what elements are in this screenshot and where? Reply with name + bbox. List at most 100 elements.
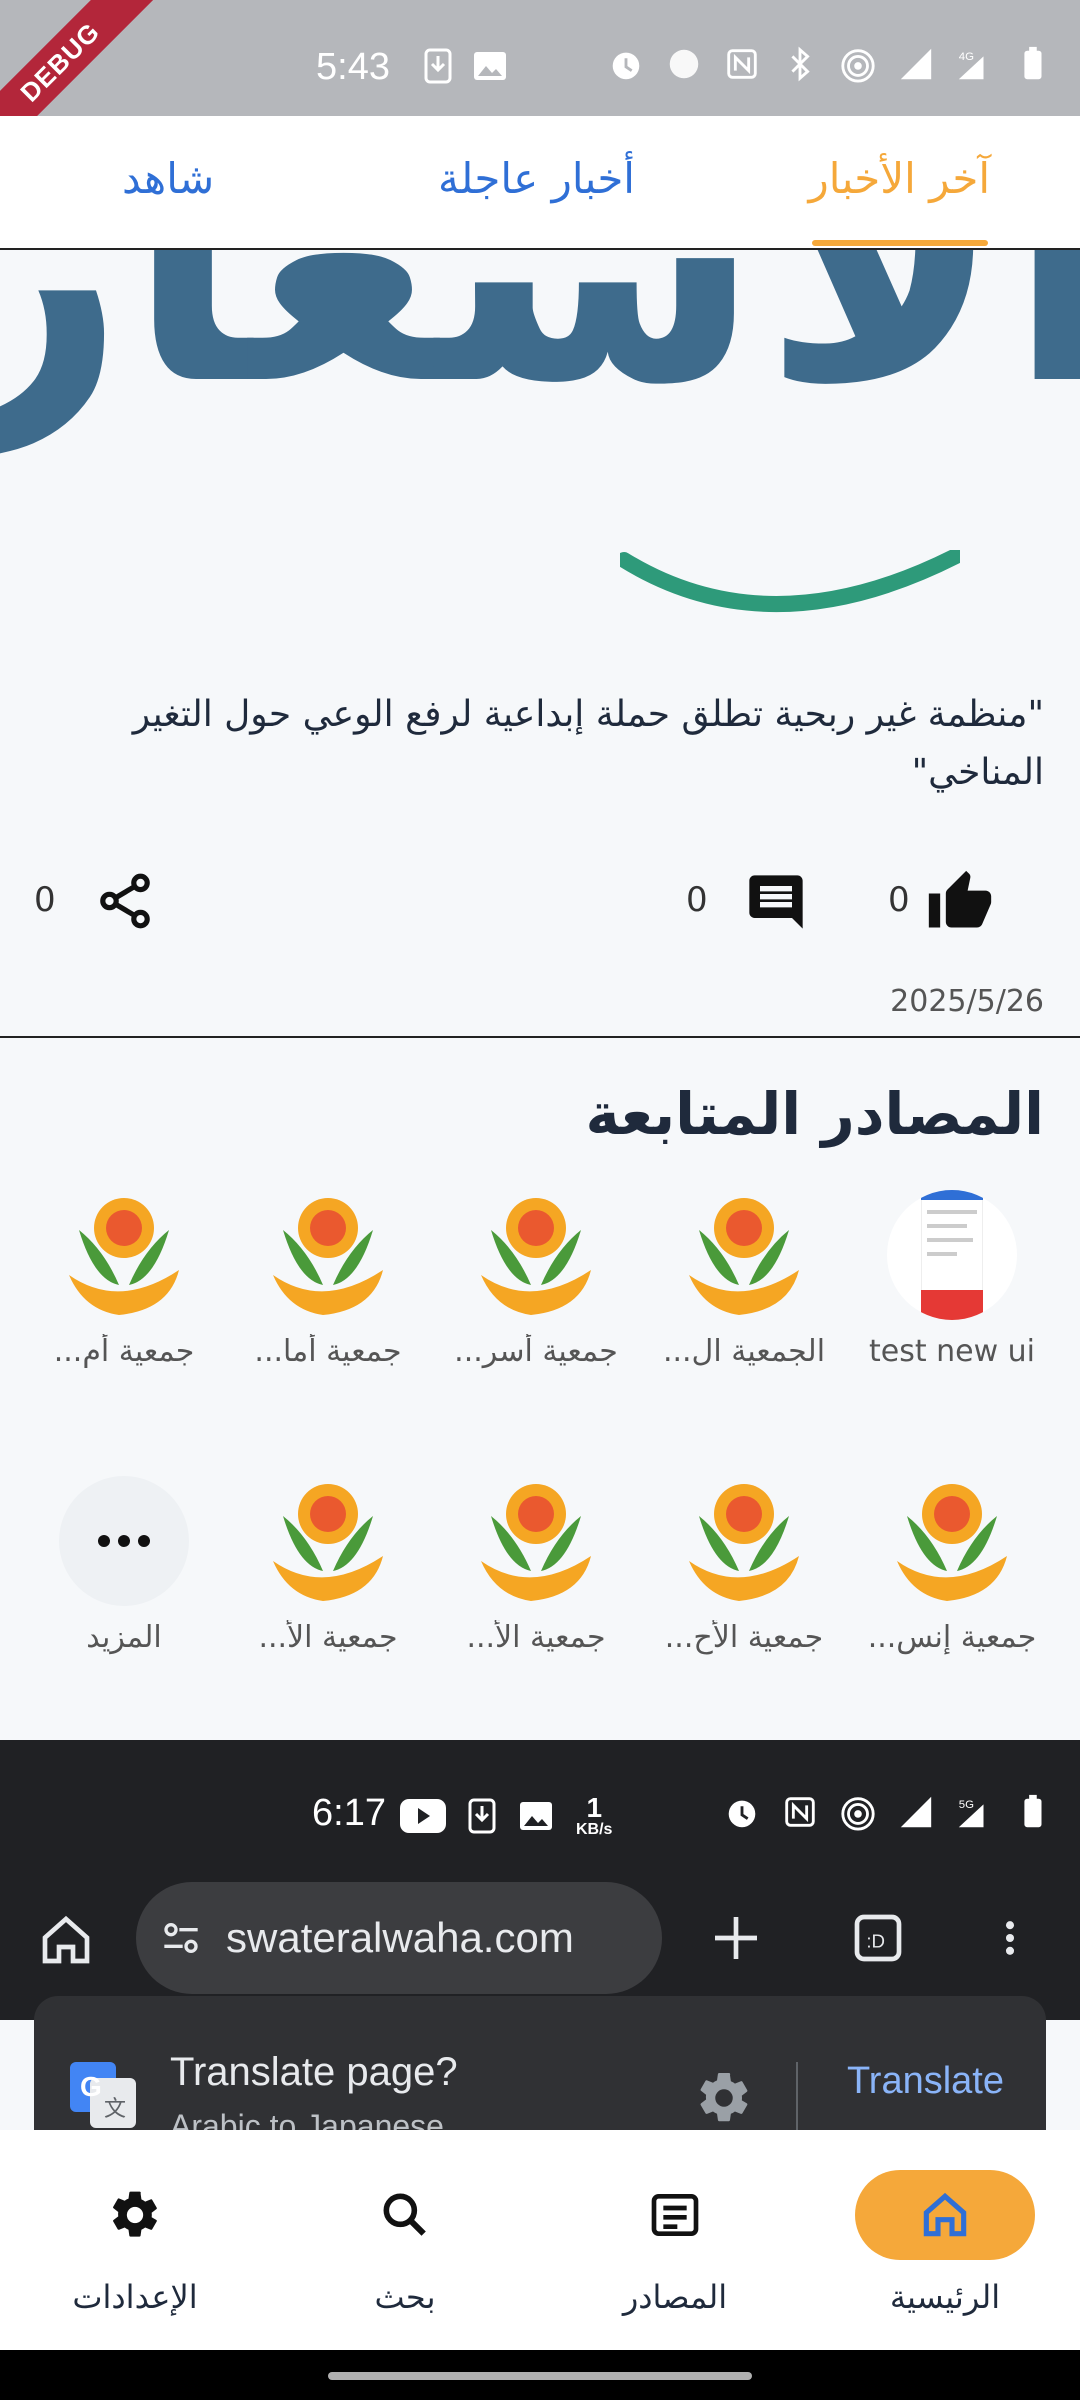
bottom-navigation: الرئيسية المصادر بحث الإعدادات: [0, 2130, 1080, 2350]
source-label: الجمعية ال...: [662, 1334, 826, 1369]
nav-sources-pill: [585, 2170, 765, 2260]
tab-bar: آخر الأخبار أخبار عاجلة شاهد: [0, 116, 1080, 250]
menu-more-icon[interactable]: [988, 1910, 1032, 1966]
article-headline[interactable]: "منظمة غير ربحية تطلق حملة إبداعية لرفع …: [34, 686, 1044, 802]
image-icon: [474, 52, 506, 80]
tab-latest-news[interactable]: آخر الأخبار: [809, 154, 991, 203]
overlay-status-bar: 6:17 1 KB/s 5G: [0, 1740, 1080, 1850]
like-count: 0: [888, 880, 910, 920]
nav-settings-label: الإعدادات: [72, 2278, 198, 2316]
article-image[interactable]: الأسعار: [0, 250, 1080, 660]
settings-icon: [113, 2191, 157, 2237]
status-time: 5:43: [316, 46, 390, 88]
like-button[interactable]: [924, 868, 996, 936]
source-avatar: [679, 1190, 809, 1320]
source-label: جمعية الأ...: [258, 1620, 398, 1655]
source-item[interactable]: الجمعية ال...: [644, 1190, 844, 1369]
smile-swoosh-icon: [620, 550, 960, 612]
bluetooth-icon: [780, 44, 820, 84]
thumb-up-icon: [928, 870, 992, 928]
gear-icon[interactable]: [694, 2068, 754, 2128]
share-icon: [100, 873, 150, 929]
home-gesture-bar[interactable]: [328, 2372, 752, 2380]
comment-icon: [749, 875, 803, 929]
battery-icon: [1012, 1792, 1052, 1832]
charity-logo-icon: [897, 1484, 1007, 1601]
comment-button[interactable]: [744, 870, 808, 934]
gesture-area: [0, 2350, 1080, 2400]
source-item[interactable]: جمعية أم...: [24, 1190, 224, 1369]
more-label: المزيد: [86, 1620, 162, 1655]
browser-toolbar: swateralwaha.com :D: [0, 1850, 1080, 2020]
alarm-icon: [606, 44, 646, 84]
article-icon: [651, 2194, 699, 2236]
nav-sources[interactable]: المصادر: [570, 2170, 780, 2316]
status-bar: 5:43 4G: [0, 0, 1080, 116]
share-button[interactable]: [94, 870, 156, 932]
overlay-time: 6:17: [312, 1792, 386, 1834]
home-icon[interactable]: [38, 1912, 94, 1968]
svg-text:4G: 4G: [959, 51, 974, 63]
tab-switcher-icon[interactable]: :D: [850, 1910, 906, 1966]
download-icon: [468, 1798, 496, 1834]
nav-settings[interactable]: الإعدادات: [30, 2170, 240, 2316]
source-avatar: [887, 1190, 1017, 1320]
google-translate-icon: G文: [70, 2062, 136, 2128]
source-label: test new ui: [868, 1334, 1036, 1369]
hero-text: الأسعار: [0, 250, 1080, 457]
nav-settings-pill: [45, 2170, 225, 2260]
source-label: جمعية إنس...: [867, 1620, 1037, 1655]
source-item[interactable]: جمعية الأح...: [644, 1476, 844, 1655]
vpn-icon: [664, 44, 704, 84]
charity-logo-icon: [689, 1198, 799, 1315]
charity-logo-icon: [69, 1198, 179, 1315]
image-icon: [520, 1802, 552, 1830]
search-icon: [383, 2193, 426, 2236]
nav-search[interactable]: بحث: [300, 2170, 510, 2316]
network-type-icon: 5G: [954, 1792, 994, 1832]
url-bar[interactable]: swateralwaha.com: [136, 1882, 662, 1994]
more-sources-button[interactable]: المزيد: [24, 1476, 224, 1655]
tab-watch[interactable]: شاهد: [122, 154, 214, 203]
translate-title: Translate page?: [170, 2050, 458, 2094]
app-screenshot-icon: [921, 1190, 983, 1320]
tab-breaking-news[interactable]: أخبار عاجلة: [438, 154, 635, 203]
source-item[interactable]: جمعية الأ...: [228, 1476, 428, 1655]
comment-count: 0: [686, 880, 708, 920]
signal-icon: [896, 1792, 936, 1832]
site-settings-icon[interactable]: [158, 1918, 204, 1958]
source-avatar: [471, 1190, 601, 1320]
charity-logo-icon: [689, 1484, 799, 1601]
overlay-notification-icons: 1 KB/s: [400, 1794, 612, 1838]
source-label: جمعية الأ...: [466, 1620, 606, 1655]
nav-search-pill: [315, 2170, 495, 2260]
url-text: swateralwaha.com: [226, 1914, 574, 1961]
new-tab-icon[interactable]: [708, 1910, 764, 1966]
source-label: جمعية أم...: [53, 1334, 195, 1369]
home-icon: [923, 2192, 967, 2237]
source-avatar: [471, 1476, 601, 1606]
nfc-icon: [780, 1792, 820, 1832]
source-avatar: [263, 1190, 393, 1320]
tab-indicator: [812, 240, 988, 246]
source-item[interactable]: test new ui: [852, 1190, 1052, 1369]
system-icons: 4G: [606, 44, 1052, 84]
source-item[interactable]: جمعية الأ...: [436, 1476, 636, 1655]
source-item[interactable]: جمعية أسر...: [436, 1190, 636, 1369]
source-label: جمعية الأح...: [664, 1620, 824, 1655]
nav-sources-label: المصادر: [622, 2278, 728, 2316]
translate-button[interactable]: Translate: [847, 2060, 1004, 2103]
more-avatar: [59, 1476, 189, 1606]
nav-home[interactable]: الرئيسية: [840, 2170, 1050, 2316]
section-divider: [0, 1036, 1080, 1038]
charity-logo-icon: [273, 1484, 383, 1601]
overlay-system-icons: 5G: [722, 1792, 1052, 1832]
charity-logo-icon: [273, 1198, 383, 1315]
battery-icon: [1012, 44, 1052, 84]
youtube-icon: [400, 1799, 446, 1833]
charity-logo-icon: [481, 1198, 591, 1315]
share-count: 0: [34, 880, 56, 920]
source-item[interactable]: جمعية إنس...: [852, 1476, 1052, 1655]
source-item[interactable]: جمعية أما...: [228, 1190, 428, 1369]
network-type-icon: 4G: [954, 44, 994, 84]
